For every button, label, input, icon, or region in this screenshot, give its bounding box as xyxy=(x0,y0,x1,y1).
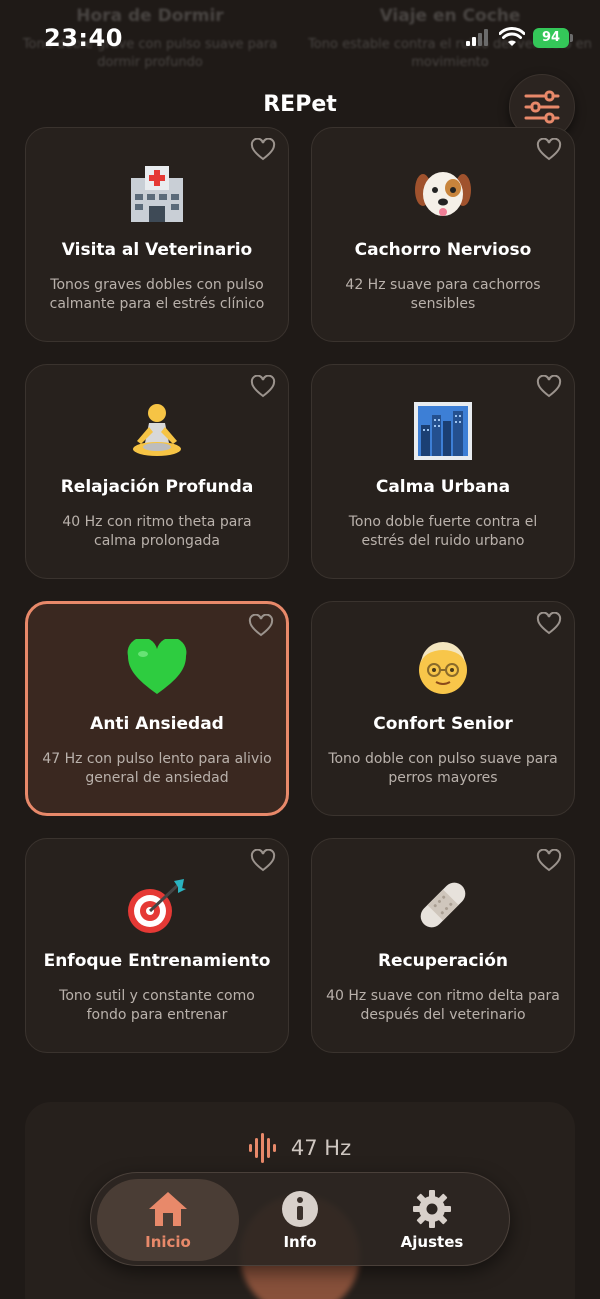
wifi-icon xyxy=(499,27,525,46)
tab-label: Inicio xyxy=(145,1233,191,1251)
preset-card-calma-urbana[interactable]: Calma Urbana Tono doble fuerte contra el… xyxy=(311,364,575,579)
info-icon xyxy=(282,1191,318,1227)
older-person-icon xyxy=(312,637,574,699)
preset-description: Tono doble fuerte contra el estrés del r… xyxy=(348,514,538,549)
heart-icon[interactable] xyxy=(536,849,562,873)
status-bar: 23:40 94 xyxy=(0,0,600,80)
preset-description: Tono doble con pulso suave para perros m… xyxy=(328,751,558,786)
tab-info[interactable]: Info xyxy=(229,1179,371,1261)
heart-icon[interactable] xyxy=(536,138,562,162)
frequency-value: 47 Hz xyxy=(290,1136,352,1160)
green-heart-icon xyxy=(28,637,286,699)
preset-description: Tono sutil y constante como fondo para e… xyxy=(59,988,255,1023)
preset-name: Relajación Profunda xyxy=(60,477,254,497)
preset-name: Enfoque Entrenamiento xyxy=(43,951,271,971)
preset-name: Visita al Veterinario xyxy=(61,240,253,260)
cellular-signal-icon xyxy=(466,29,488,46)
bandage-icon xyxy=(312,874,574,936)
preset-card-enfoque-entrenamiento[interactable]: Enfoque Entrenamiento Tono sutil y const… xyxy=(25,838,289,1053)
heart-icon[interactable] xyxy=(248,614,274,638)
preset-name: Recuperación xyxy=(377,951,509,971)
battery-indicator: 94 xyxy=(533,28,573,48)
preset-card-anti-ansiedad[interactable]: Anti Ansiedad 47 Hz con pulso lento para… xyxy=(25,601,289,816)
meditation-icon xyxy=(26,400,288,462)
waveform-icon xyxy=(248,1133,276,1163)
preset-card-visita-veterinario[interactable]: Visita al Veterinario Tonos graves doble… xyxy=(25,127,289,342)
tab-ajustes[interactable]: Ajustes xyxy=(361,1179,503,1261)
preset-name: Anti Ansiedad xyxy=(90,714,224,734)
sliders-icon xyxy=(524,90,560,124)
tab-label: Info xyxy=(283,1233,317,1251)
gear-icon xyxy=(413,1190,451,1228)
heart-icon[interactable] xyxy=(250,849,276,873)
preset-name: Calma Urbana xyxy=(375,477,511,497)
preset-card-relajacion-profunda[interactable]: Relajación Profunda 40 Hz con ritmo thet… xyxy=(25,364,289,579)
preset-description: 42 Hz suave para cachorros sensibles xyxy=(345,277,541,312)
heart-icon[interactable] xyxy=(536,375,562,399)
hospital-icon xyxy=(26,163,288,225)
tab-inicio[interactable]: Inicio xyxy=(97,1179,239,1261)
preset-description: 47 Hz con pulso lento para alivio genera… xyxy=(42,751,272,786)
preset-card-cachorro-nervioso[interactable]: Cachorro Nervioso 42 Hz suave para cacho… xyxy=(311,127,575,342)
cityscape-icon xyxy=(312,400,574,462)
dog-face-icon xyxy=(312,163,574,225)
preset-name: Confort Senior xyxy=(373,714,513,734)
heart-icon[interactable] xyxy=(536,612,562,636)
frequency-readout: 47 Hz xyxy=(0,1133,600,1163)
preset-description: Tonos graves dobles con pulso calmante p… xyxy=(49,277,265,312)
preset-card-confort-senior[interactable]: Confort Senior Tono doble con pulso suav… xyxy=(311,601,575,816)
preset-grid: Visita al Veterinario Tonos graves doble… xyxy=(25,127,575,1053)
preset-description: 40 Hz con ritmo theta para calma prolong… xyxy=(62,514,252,549)
preset-card-recuperacion[interactable]: Recuperación 40 Hz suave con ritmo delta… xyxy=(311,838,575,1053)
home-icon xyxy=(149,1192,187,1226)
tab-label: Ajustes xyxy=(400,1233,464,1251)
tab-bar: Inicio Info Ajustes xyxy=(90,1172,510,1266)
preset-description: 40 Hz suave con ritmo delta para después… xyxy=(326,988,560,1023)
heart-icon[interactable] xyxy=(250,138,276,162)
heart-icon[interactable] xyxy=(250,375,276,399)
target-icon xyxy=(26,874,288,936)
preset-name: Cachorro Nervioso xyxy=(354,240,532,260)
status-time: 23:40 xyxy=(44,24,123,52)
